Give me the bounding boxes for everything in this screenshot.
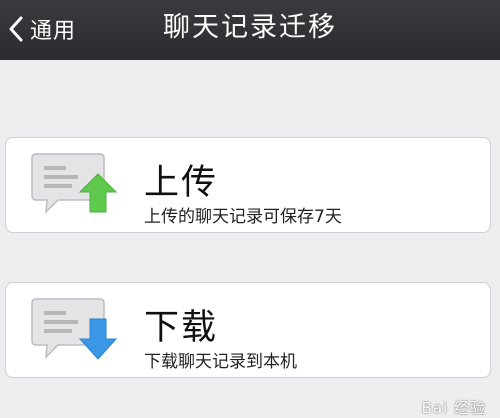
upload-option[interactable]: 上传 上传的聊天记录可保存7天	[5, 137, 491, 233]
upload-description: 上传的聊天记录可保存7天	[144, 207, 342, 227]
watermark: Bai 经验	[421, 399, 486, 417]
chat-download-icon	[31, 298, 118, 360]
download-description: 下载聊天记录到本机	[144, 352, 297, 372]
chat-upload-icon	[31, 153, 118, 214]
download-title: 下载	[144, 308, 219, 348]
page-title: 聊天记录迁移	[163, 12, 337, 43]
download-option[interactable]: 下载 下载聊天记录到本机	[5, 282, 491, 378]
navigation-bar: 通用 聊天记录迁移	[0, 0, 500, 60]
upload-title: 上传	[144, 163, 219, 203]
